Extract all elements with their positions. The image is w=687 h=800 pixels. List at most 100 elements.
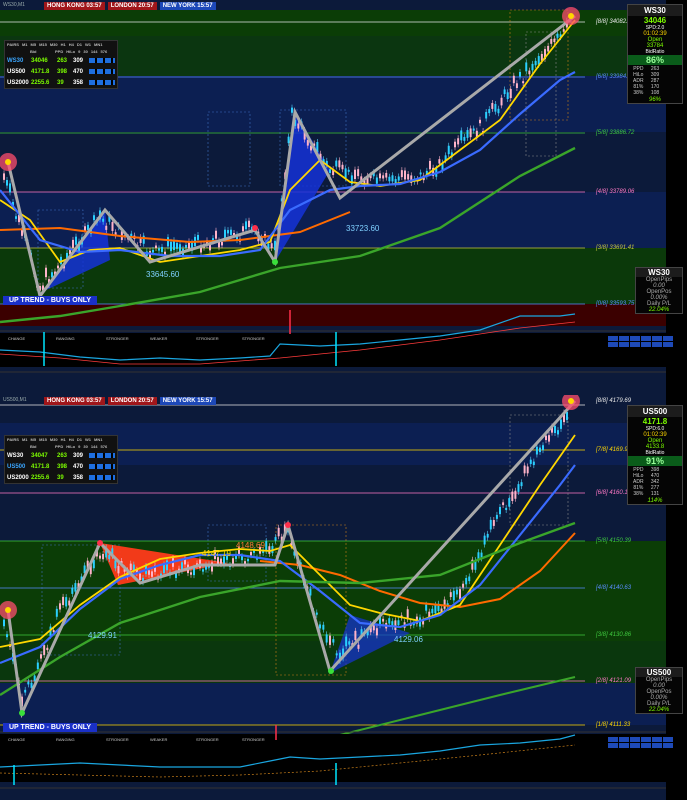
info-adr-pct: 114% — [647, 498, 663, 504]
candle-body — [21, 229, 23, 236]
candle-body — [176, 242, 178, 249]
candle-body — [535, 446, 538, 455]
pair-ppd: 39 — [57, 79, 64, 86]
candle-body — [202, 569, 204, 572]
tf-button[interactable] — [619, 737, 629, 742]
pair-symbol[interactable]: US500 — [7, 69, 27, 75]
candle-body — [347, 169, 350, 172]
us500-level-label: [7/8] 4169.92 — [596, 447, 632, 453]
pl-daily: 22.04% — [648, 707, 670, 713]
tf-button[interactable] — [663, 743, 673, 748]
tf-m15[interactable]: M15 — [39, 42, 47, 47]
pair-symbol[interactable]: US2000 — [7, 475, 29, 481]
tf-button[interactable] — [641, 737, 651, 742]
candle-body — [329, 169, 331, 173]
tf-h1[interactable]: H1 — [61, 437, 66, 442]
tf-button[interactable] — [652, 342, 662, 347]
candle-body — [488, 109, 491, 114]
tf-button[interactable] — [652, 336, 662, 341]
col-ppd: PPD — [55, 49, 64, 54]
tf-button[interactable] — [641, 743, 651, 748]
ws30-pairs-header: PAIRS M1 M5 M15 M30 H1 H4 D1 W1 MN1 — [5, 41, 117, 48]
pairs-row[interactable]: WS30 34047 263 309 — [5, 450, 117, 461]
us500-timeframe-buttons[interactable] — [608, 737, 673, 748]
pair-symbol[interactable]: US2000 — [7, 80, 29, 86]
tf-m5[interactable]: M5 — [31, 437, 37, 442]
tf-mn1[interactable]: MN1 — [94, 437, 102, 442]
pairs-row[interactable]: US2000 2255.6 39 358 — [5, 472, 117, 483]
us500-chart-pane[interactable]: US500,M1 HONG KONG 03:57 LONDON 20:57 NE… — [0, 395, 687, 800]
tf-button[interactable] — [608, 743, 618, 748]
ws30-pairs-panel: PAIRS M1 M5 M15 M30 H1 H4 D1 W1 MN1 Bid … — [4, 40, 118, 89]
candle-body — [497, 108, 500, 114]
tf-button[interactable] — [652, 737, 662, 742]
tf-m1[interactable]: M1 — [22, 42, 28, 47]
ws30-session-bar: HONG KONG 03:57 LONDON 20:57 NEW YORK 15… — [44, 2, 216, 10]
pairs-row[interactable]: US2000 2255.6 39 358 — [5, 77, 117, 88]
ws30-pairs-subheader: Bid PPD HiLo 9 30 144 576 — [5, 48, 117, 55]
tf-h4[interactable]: H4 — [69, 437, 74, 442]
tf-m15[interactable]: M15 — [39, 437, 47, 442]
candle-body — [102, 553, 105, 560]
tf-mn1[interactable]: MN1 — [94, 42, 102, 47]
tf-button[interactable] — [608, 737, 618, 742]
candle-body — [508, 498, 511, 507]
candle-body — [557, 430, 559, 435]
us500-ind-label: STRONGER — [196, 737, 219, 742]
ws30-session-newyork: NEW YORK 15:57 — [159, 2, 216, 10]
ws30-chart-pane[interactable]: WS30,M1 HONG KONG 03:57 LONDON 20:57 NEW… — [0, 0, 687, 395]
tf-button[interactable] — [641, 336, 651, 341]
candle-body — [27, 681, 30, 685]
tf-button[interactable] — [630, 737, 640, 742]
candle-body — [170, 241, 172, 252]
tf-h4[interactable]: H4 — [69, 42, 74, 47]
tf-m30[interactable]: M30 — [50, 437, 58, 442]
candle-body — [407, 174, 410, 180]
info-bid: 4171.8 — [642, 417, 668, 426]
col-blank — [7, 444, 27, 449]
tf-d1[interactable]: D1 — [77, 42, 82, 47]
tf-button[interactable] — [619, 342, 629, 347]
candle-body — [325, 634, 328, 643]
pairs-row[interactable]: WS30 34046 263 309 — [5, 55, 117, 66]
ws30-timeframe-buttons[interactable] — [608, 336, 673, 347]
tf-button[interactable] — [652, 743, 662, 748]
pair-symbol[interactable]: WS30 — [7, 58, 27, 64]
tf-button[interactable] — [608, 336, 618, 341]
tf-button[interactable] — [619, 336, 629, 341]
candle-body — [434, 604, 437, 614]
pairs-row[interactable]: US500 4171.8 398 470 — [5, 66, 117, 77]
candle-body — [454, 141, 456, 148]
tf-button[interactable] — [619, 743, 629, 748]
tf-button[interactable] — [630, 342, 640, 347]
pair-hilo: 470 — [73, 68, 84, 75]
candle-body — [227, 230, 229, 234]
candle-body — [375, 628, 378, 636]
tf-m30[interactable]: M30 — [50, 42, 58, 47]
candle-body — [457, 138, 460, 145]
pairs-row[interactable]: US500 4171.8 398 470 — [5, 461, 117, 472]
tf-button[interactable] — [630, 743, 640, 748]
pair-symbol[interactable]: WS30 — [7, 453, 27, 459]
tf-button[interactable] — [663, 342, 673, 347]
tf-w1[interactable]: W1 — [85, 42, 91, 47]
tf-h1[interactable]: H1 — [61, 42, 66, 47]
tf-button[interactable] — [641, 342, 651, 347]
us500-pairs-subheader: Bid PPD HiLo 9 30 144 576 — [5, 443, 117, 450]
tf-m5[interactable]: M5 — [31, 42, 37, 47]
tf-button[interactable] — [663, 336, 673, 341]
candle-body — [452, 590, 455, 601]
tf-button[interactable] — [663, 737, 673, 742]
tf-d1[interactable]: D1 — [77, 437, 82, 442]
pairs-header-label: PAIRS — [7, 42, 19, 47]
us500-session-london: LONDON 20:57 — [107, 397, 157, 405]
tf-button[interactable] — [630, 336, 640, 341]
candle-body — [375, 177, 378, 184]
candle-body — [388, 176, 391, 182]
tf-button[interactable] — [608, 342, 618, 347]
candle-body — [553, 38, 556, 43]
candle-body — [40, 654, 42, 659]
tf-w1[interactable]: W1 — [85, 437, 91, 442]
pair-symbol[interactable]: US500 — [7, 464, 27, 470]
tf-m1[interactable]: M1 — [22, 437, 28, 442]
